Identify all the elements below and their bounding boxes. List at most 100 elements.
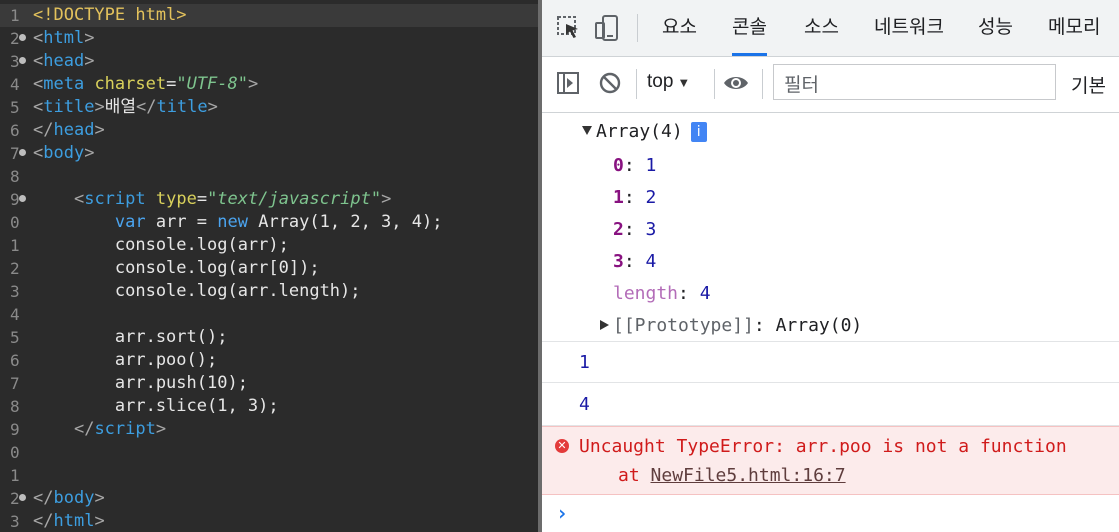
prototype-value: Array(0) (775, 315, 863, 336)
line-number: 8 (10, 397, 20, 416)
code-line[interactable]: 5 <title>배열</title> (0, 96, 538, 119)
collapsed-triangle-icon[interactable] (600, 320, 609, 330)
prop-key: 1 (613, 187, 624, 208)
code-text: arr.poo(); (33, 350, 218, 370)
code-line[interactable]: 8 arr.slice(1, 3); (0, 395, 538, 418)
code-line[interactable]: 1 (0, 464, 538, 487)
tab-network[interactable]: 네트워크 (874, 0, 944, 56)
code-line[interactable]: 2 console.log(arr[0]); (0, 257, 538, 280)
prop-key: 2 (613, 219, 624, 240)
live-expression-eye-icon[interactable] (723, 72, 749, 94)
code-text: </html> (33, 511, 105, 531)
line-number: 5 (10, 98, 20, 117)
array-prop: 0: 1 (613, 155, 656, 176)
code-text: arr.push(10); (33, 373, 248, 393)
line-number: 1 (10, 236, 20, 255)
device-toolbar-icon[interactable] (594, 14, 620, 42)
prototype-entry[interactable]: [[Prototype]]: Array(0) (613, 315, 862, 336)
code-text: <html> (33, 28, 95, 48)
expand-triangle-icon (582, 126, 592, 135)
code-line[interactable]: 7 arr.push(10); (0, 372, 538, 395)
info-icon[interactable]: i (690, 122, 707, 142)
code-line[interactable]: 3 console.log(arr.length); (0, 280, 538, 303)
prop-key: 0 (613, 155, 624, 176)
fold-marker-icon[interactable] (19, 195, 26, 202)
code-line[interactable]: 9 </script> (0, 418, 538, 441)
code-line[interactable]: 6 </head> (0, 119, 538, 142)
prop-value: 4 (699, 283, 711, 304)
line-number: 7 (10, 374, 20, 393)
error-icon: ✕ (555, 439, 569, 453)
code-line[interactable]: 2 </body> (0, 487, 538, 510)
chevron-down-icon: ▼ (677, 75, 691, 90)
tab-memory[interactable]: 메모리 (1048, 0, 1100, 56)
code-line[interactable]: 1 <!DOCTYPE html> (0, 4, 538, 27)
clear-console-icon[interactable] (598, 71, 622, 95)
prop-value: 2 (645, 187, 657, 208)
filter-input[interactable]: 필터 (773, 64, 1056, 100)
tab-console[interactable]: 콘솔 (732, 0, 767, 56)
prop-key: 3 (613, 251, 624, 272)
code-line[interactable]: 7 <body> (0, 142, 538, 165)
code-line[interactable]: 4 <meta charset="UTF-8"> (0, 73, 538, 96)
code-text: <body> (33, 143, 95, 163)
code-line[interactable]: 1 console.log(arr); (0, 234, 538, 257)
array-prop: 2: 3 (613, 219, 656, 240)
tab-performance[interactable]: 성능 (978, 0, 1013, 56)
show-sidebar-icon[interactable] (556, 71, 580, 95)
log-levels-dropdown[interactable]: 기본 (1071, 71, 1106, 98)
code-line[interactable]: 3 <head> (0, 50, 538, 73)
fold-marker-icon[interactable] (19, 34, 26, 41)
line-number: 3 (10, 282, 20, 301)
code-text: <head> (33, 51, 95, 71)
inspect-element-icon[interactable] (556, 14, 582, 42)
error-text: Uncaught TypeError: arr.poo is not a fun… (579, 436, 1067, 457)
fold-marker-icon[interactable] (19, 149, 26, 156)
code-text: </head> (33, 120, 105, 140)
prototype-key: [[Prototype]] (613, 315, 754, 336)
line-number: 4 (10, 305, 20, 324)
line-number: 1 (10, 466, 20, 485)
line-number: 5 (10, 328, 20, 347)
code-line[interactable]: 4 (0, 303, 538, 326)
code-text: <meta charset="UTF-8"> (33, 74, 259, 94)
array-object-header[interactable]: Array(4) i (582, 121, 707, 142)
console-error-message: ✕ Uncaught TypeError: arr.poo is not a f… (542, 426, 1119, 495)
line-number: 9 (10, 420, 20, 439)
prop-colon: : (623, 187, 646, 208)
array-label: Array(4) (596, 121, 683, 142)
prop-value: 4 (645, 251, 657, 272)
code-editor[interactable]: 1 <!DOCTYPE html> 2 <html> 3 <head> 4 <meta cha… (0, 0, 538, 532)
context-selector[interactable]: top ▼ (647, 71, 690, 93)
toolbar-separator (636, 69, 637, 99)
code-line[interactable]: 2 <html> (0, 27, 538, 50)
error-source-link[interactable]: NewFile5.html:16:7 (651, 465, 846, 486)
code-text: var arr = new Array(1, 2, 3, 4); (114, 212, 443, 232)
prop-colon: : (678, 283, 700, 304)
console-prompt-icon[interactable]: › (556, 501, 568, 525)
code-text: console.log(arr); (33, 235, 289, 255)
devtools-tab-bar: 요소 콘솔 소스 네트워크 성능 메모리 (542, 0, 1119, 57)
prop-value: 3 (645, 219, 657, 240)
console-message: 1 (542, 342, 1119, 383)
tab-sources[interactable]: 소스 (804, 0, 839, 56)
code-text: <!DOCTYPE html> (33, 5, 187, 25)
code-text: </body> (33, 488, 105, 508)
devtools-panel: 요소 콘솔 소스 네트워크 성능 메모리 top ▼ 필터 기본 Array(4… (542, 0, 1119, 532)
prop-value: 1 (645, 155, 657, 176)
fold-marker-icon[interactable] (19, 494, 26, 501)
code-line[interactable]: 0 (0, 441, 538, 464)
error-at-label: at (618, 465, 651, 486)
code-line[interactable]: 5 arr.sort(); (0, 326, 538, 349)
code-line[interactable]: 8 (0, 165, 538, 188)
line-number: 0 (10, 213, 20, 232)
code-line[interactable]: 3 </html> (0, 510, 538, 532)
prop-colon: : (753, 315, 776, 336)
code-line[interactable]: 9 <script type="text/javascript"> (0, 188, 538, 211)
toolbar-separator (762, 69, 763, 99)
code-line[interactable]: 6 arr.poo(); (0, 349, 538, 372)
line-number: 2 (10, 259, 20, 278)
code-line[interactable]: 0 var arr = new Array(1, 2, 3, 4); (0, 211, 538, 234)
tab-elements[interactable]: 요소 (662, 0, 697, 56)
fold-marker-icon[interactable] (19, 57, 26, 64)
